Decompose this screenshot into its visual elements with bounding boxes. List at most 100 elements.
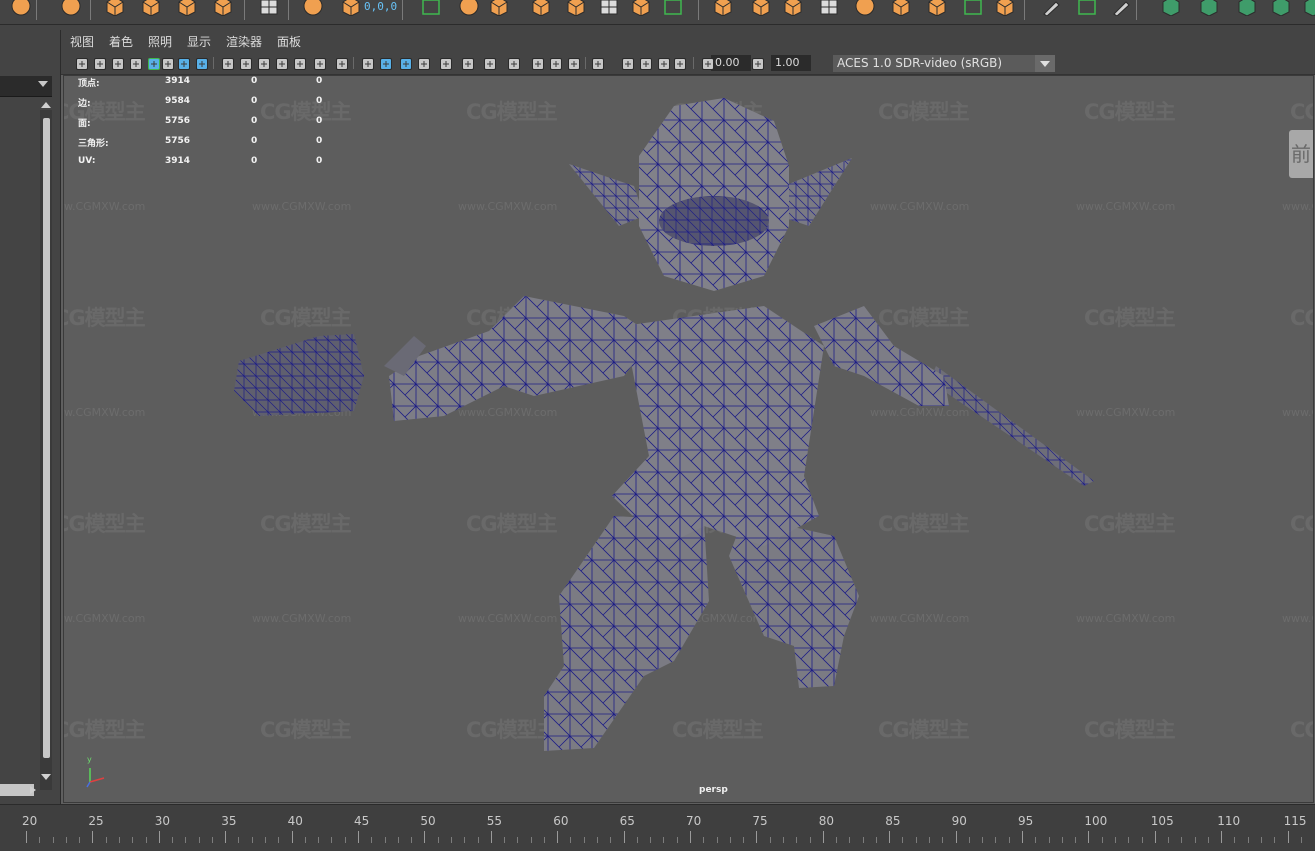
smooth-shade-icon[interactable] bbox=[195, 56, 209, 70]
selection-frame-icon[interactable] bbox=[420, 0, 442, 16]
motion-blur-icon[interactable] bbox=[507, 56, 521, 70]
green-cube-icon[interactable] bbox=[1270, 0, 1292, 17]
timeline-minor-tick bbox=[570, 837, 572, 843]
selection-frame-icon[interactable] bbox=[1076, 0, 1098, 16]
cube-icon[interactable] bbox=[212, 0, 234, 17]
left-panel-dropdown[interactable] bbox=[0, 76, 52, 97]
cube-icon[interactable] bbox=[530, 0, 552, 17]
grid-icon[interactable] bbox=[598, 0, 620, 16]
xray-joints-icon[interactable] bbox=[621, 56, 635, 70]
film-gate-icon[interactable] bbox=[239, 56, 253, 70]
menu-renderer[interactable]: 渲染器 bbox=[226, 33, 262, 50]
grid-icon[interactable] bbox=[221, 56, 235, 70]
axis-y-label: y bbox=[87, 755, 92, 764]
grid-icon[interactable] bbox=[818, 0, 840, 16]
cube-icon[interactable] bbox=[140, 0, 162, 17]
xray-icon[interactable] bbox=[591, 56, 605, 70]
wireframe-icon[interactable] bbox=[177, 56, 191, 70]
xray-active-icon[interactable] bbox=[639, 56, 653, 70]
screen-ao-icon[interactable] bbox=[483, 56, 497, 70]
depth-of-field-icon[interactable] bbox=[549, 56, 563, 70]
use-lights-icon[interactable] bbox=[439, 56, 453, 70]
cube-icon[interactable] bbox=[890, 0, 912, 17]
safe-action-icon[interactable] bbox=[313, 56, 327, 70]
smooth-shade-all-icon[interactable] bbox=[379, 56, 393, 70]
gamma-field[interactable]: 1.00 bbox=[771, 55, 811, 71]
cube-icon[interactable] bbox=[712, 0, 734, 17]
menu-show[interactable]: 显示 bbox=[187, 33, 211, 50]
shadows-icon[interactable] bbox=[461, 56, 475, 70]
default-material-icon[interactable] bbox=[399, 56, 413, 70]
cube-icon[interactable] bbox=[565, 0, 587, 17]
hud-value: 0 bbox=[251, 156, 258, 166]
selection-frame-icon[interactable] bbox=[962, 0, 984, 16]
chevron-down-icon bbox=[38, 81, 48, 87]
image-plane-icon[interactable] bbox=[129, 56, 143, 70]
scroll-down-icon[interactable] bbox=[41, 774, 51, 780]
menu-shading[interactable]: 着色 bbox=[109, 33, 133, 50]
view-cube[interactable]: 前 bbox=[1289, 130, 1313, 178]
timeline-minor-tick bbox=[79, 837, 81, 843]
mesh-left-ear-wire bbox=[569, 164, 644, 226]
resolution-gate-icon[interactable] bbox=[257, 56, 271, 70]
cube-icon[interactable] bbox=[926, 0, 948, 17]
sphere-icon[interactable] bbox=[10, 0, 32, 16]
timeline-major-tick bbox=[291, 831, 293, 843]
sphere-icon[interactable] bbox=[458, 0, 480, 16]
hud-label: 三角形: bbox=[78, 139, 109, 149]
cube-icon[interactable] bbox=[176, 0, 198, 17]
cube-icon[interactable] bbox=[782, 0, 804, 17]
timeline-minor-tick bbox=[1061, 837, 1063, 843]
grid-icon[interactable] bbox=[258, 0, 280, 16]
menu-view[interactable]: 视图 bbox=[70, 33, 94, 50]
green-cube-icon[interactable] bbox=[1236, 0, 1258, 17]
menu-panels[interactable]: 面板 bbox=[277, 33, 301, 50]
cube-icon[interactable] bbox=[994, 0, 1016, 17]
selection-frame-icon[interactable] bbox=[662, 0, 684, 16]
cube-icon[interactable] bbox=[630, 0, 652, 17]
gamma-icon[interactable] bbox=[701, 56, 715, 70]
pen-icon[interactable] bbox=[1040, 0, 1062, 17]
bookmark-icon[interactable] bbox=[111, 56, 125, 70]
cube-icon[interactable] bbox=[488, 0, 510, 17]
exposure-icon[interactable] bbox=[673, 56, 687, 70]
camera-attributes-icon[interactable] bbox=[93, 56, 107, 70]
exposure-field[interactable]: 0.00 bbox=[711, 55, 751, 71]
2d-pan-icon[interactable] bbox=[161, 56, 175, 70]
color-space-select[interactable]: ACES 1.0 SDR-video (sRGB) bbox=[833, 55, 1055, 72]
green-cube-icon[interactable] bbox=[1198, 0, 1220, 17]
left-horizontal-scrollbar[interactable] bbox=[0, 784, 34, 796]
shelf-separator bbox=[1136, 0, 1137, 20]
color-space-dropdown-button[interactable] bbox=[1035, 55, 1055, 72]
3d-viewport[interactable]: CG模型主CG模型主CG模型主CG模型主CG模型主CG模型主CG模型主CG模型主… bbox=[63, 75, 1314, 803]
time-slider[interactable]: 20 25 30 35 40 45 50 55 60 65 70 75 80 85 90 95 100 105 11… bbox=[0, 804, 1315, 851]
gate-mask-icon[interactable] bbox=[275, 56, 289, 70]
sphere-icon[interactable] bbox=[302, 0, 324, 16]
cube-icon[interactable] bbox=[750, 0, 772, 17]
green-cube-icon[interactable] bbox=[1160, 0, 1182, 17]
sphere-icon[interactable] bbox=[854, 0, 876, 16]
timeline-minor-tick bbox=[238, 837, 240, 843]
cube-icon[interactable] bbox=[340, 0, 362, 17]
safe-title-icon[interactable] bbox=[335, 56, 349, 70]
select-camera-icon[interactable] bbox=[75, 56, 89, 70]
field-chart-icon[interactable] bbox=[293, 56, 307, 70]
textured-icon[interactable] bbox=[417, 56, 431, 70]
menu-lighting[interactable]: 照明 bbox=[148, 33, 172, 50]
green-cube-icon[interactable] bbox=[1302, 0, 1315, 17]
wireframe-on-shaded-icon[interactable] bbox=[361, 56, 375, 70]
left-scrollbar-thumb[interactable] bbox=[43, 118, 50, 758]
scroll-up-icon[interactable] bbox=[41, 102, 51, 108]
anti-alias-icon[interactable] bbox=[531, 56, 545, 70]
backface-icon[interactable] bbox=[657, 56, 671, 70]
cube-icon[interactable] bbox=[104, 0, 126, 17]
grease-pencil-icon[interactable] bbox=[147, 56, 161, 70]
pen-icon[interactable] bbox=[1110, 0, 1132, 17]
scroll-right-icon[interactable] bbox=[30, 786, 36, 794]
sphere-icon[interactable] bbox=[60, 0, 82, 16]
shelf-separator bbox=[698, 0, 699, 20]
character-mesh bbox=[234, 98, 1094, 751]
timeline-major-tick bbox=[358, 831, 359, 843]
color-management-icon[interactable] bbox=[751, 56, 765, 70]
isolate-icon[interactable] bbox=[567, 56, 581, 70]
